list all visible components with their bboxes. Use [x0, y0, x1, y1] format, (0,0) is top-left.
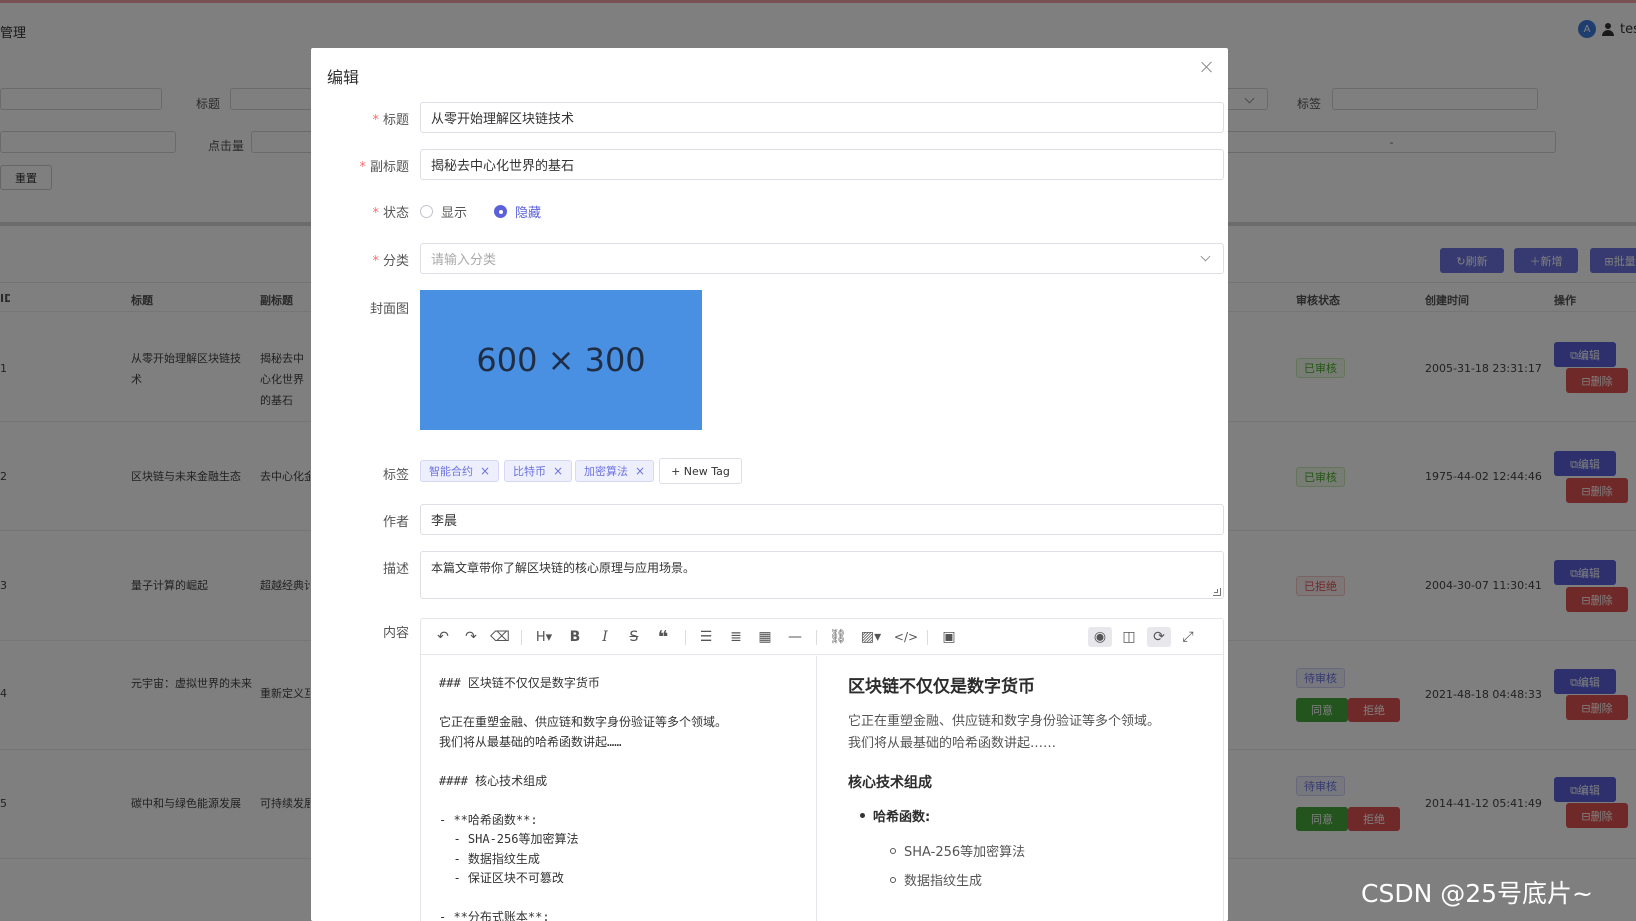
desc-textarea[interactable]: 本篇文章带你了解区块链的核心原理与应用场景。 [420, 551, 1224, 599]
hollow-bullet-icon [890, 876, 896, 883]
tag-close-icon[interactable]: × [635, 464, 645, 478]
sync-scroll-icon[interactable]: ⟳ [1147, 627, 1171, 647]
preview-sublist-item: SHA-256等加密算法 [890, 841, 1194, 860]
markdown-preview-pane: 区块链不仅仅是数字货币 它正在重塑金融、供应链和数字身份验证等多个领域。 我们将从… [818, 656, 1223, 921]
radio-circle[interactable] [494, 205, 507, 218]
undo-icon[interactable]: ↶ [433, 627, 453, 647]
quote-icon[interactable]: ❝ [653, 627, 673, 648]
bullet-icon [860, 813, 865, 818]
author-input[interactable]: 李晨 [420, 504, 1224, 535]
author-label: 作者 [382, 515, 409, 530]
edit-dialog: 编辑 * 标题 从零开始理解区块链技术 * 副标题 揭秘去中心化世界的基石 * 状态 … [311, 48, 1228, 921]
cover-image[interactable]: 600 × 300 [420, 290, 702, 430]
hollow-bullet-icon [890, 847, 896, 854]
required-mark: * [372, 206, 379, 221]
new-tag-button[interactable]: + New Tag [659, 458, 742, 484]
desc-label: 描述 [382, 562, 409, 577]
tags-label: 标签 [382, 468, 409, 483]
markdown-source-pane[interactable]: ### 区块链不仅仅是数字货币 它正在重塑金融、供应链和数字身份验证等多个领域。… [421, 656, 817, 921]
tag-item: 智能合约 × [420, 460, 500, 482]
bold-icon[interactable]: B [565, 627, 585, 647]
link-icon[interactable]: ⛓ [828, 627, 848, 647]
ordered-list-icon[interactable]: ≣ [726, 627, 746, 647]
close-icon[interactable] [1200, 60, 1214, 74]
status-label: * 状态 [372, 206, 409, 221]
bullet-list-icon[interactable]: ☰ [696, 627, 716, 647]
title-input[interactable]: 从零开始理解区块链技术 [420, 102, 1224, 133]
toolbar-divider [816, 630, 817, 645]
redo-icon[interactable]: ↷ [461, 627, 481, 647]
toolbar-divider [521, 630, 522, 645]
fullscreen-icon[interactable]: ⤢ [1177, 627, 1199, 647]
toolbar-divider [685, 630, 686, 645]
resize-grip-icon[interactable] [1213, 588, 1221, 596]
subtitle-label: * 副标题 [359, 160, 409, 175]
content-label: 内容 [382, 626, 409, 641]
preview-icon[interactable]: ◉ [1088, 627, 1112, 647]
layout-icon[interactable]: ◫ [1118, 627, 1140, 647]
required-mark: * [372, 254, 379, 269]
image-icon[interactable]: ▨▾ [857, 627, 885, 647]
tag-item: 比特币 × [504, 460, 573, 482]
required-mark: * [359, 160, 366, 175]
category-select[interactable]: 请输入分类 [420, 243, 1224, 274]
eraser-icon[interactable]: ⌫ [490, 627, 510, 647]
tag-item: 加密算法 × [575, 460, 655, 482]
category-label: * 分类 [372, 254, 409, 269]
table-icon[interactable]: ▦ [755, 627, 775, 647]
tag-close-icon[interactable]: × [480, 464, 490, 478]
toolbar-divider [927, 630, 928, 645]
preview-subheading: 核心技术组成 [848, 775, 932, 791]
heading-icon[interactable]: H▾ [531, 627, 557, 647]
watermark: CSDN @25号底片~ [1361, 879, 1593, 908]
save-icon[interactable]: ▣ [939, 627, 959, 647]
tag-close-icon[interactable]: × [553, 464, 563, 478]
preview-list-item: 哈希函数: [860, 806, 1194, 825]
status-radio-hide[interactable]: 隐藏 [494, 202, 541, 221]
status-radio-show[interactable]: 显示 [420, 202, 467, 221]
editor-toolbar: ↶ ↷ ⌫ H▾ B I S ❝ ☰ ≣ ▦ — ⛓ ▨▾ </> ▣ ◉ ◫ … [421, 619, 1223, 655]
dialog-title: 编辑 [327, 68, 360, 87]
strikethrough-icon[interactable]: S [624, 627, 644, 647]
subtitle-input[interactable]: 揭秘去中心化世界的基石 [420, 149, 1224, 180]
hr-icon[interactable]: — [785, 627, 805, 647]
title-label: * 标题 [372, 113, 409, 128]
preview-sublist-item: 数据指纹生成 [890, 870, 1194, 889]
radio-circle[interactable] [420, 205, 433, 218]
markdown-editor: ↶ ↷ ⌫ H▾ B I S ❝ ☰ ≣ ▦ — ⛓ ▨▾ </> ▣ ◉ ◫ … [420, 618, 1224, 921]
preview-paragraph: 它正在重塑金融、供应链和数字身份验证等多个领域。 我们将从最基础的哈希函数讲起…… [848, 714, 1161, 751]
code-icon[interactable]: </> [894, 627, 918, 647]
required-mark: * [372, 113, 379, 128]
chevron-down-icon [1200, 251, 1211, 262]
preview-heading: 区块链不仅仅是数字货币 [848, 677, 1035, 697]
cover-label: 封面图 [369, 302, 409, 317]
italic-icon[interactable]: I [595, 627, 615, 647]
